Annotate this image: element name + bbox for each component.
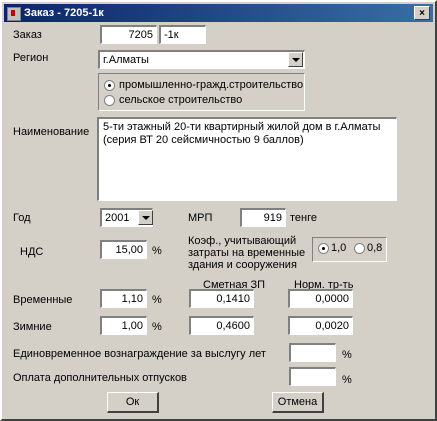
year-value: 2001: [105, 212, 130, 224]
radio-industrial-label: промышленно-гражд.строительство: [119, 79, 304, 91]
radio-coef-0-8[interactable]: [354, 243, 365, 254]
radio-rural[interactable]: [104, 95, 115, 106]
cancel-button[interactable]: Отмена: [272, 392, 324, 413]
year-dropdown-icon[interactable]: [138, 210, 153, 225]
winter-label: Зимние: [13, 321, 52, 333]
app-icon: [7, 7, 21, 21]
vacation-label: Оплата дополнительных отпусков: [13, 372, 187, 384]
winter-norm-field[interactable]: 0,0020: [288, 316, 353, 335]
temporary-percent-field[interactable]: 1,10: [100, 289, 147, 308]
order-suffix-field[interactable]: -1к: [159, 25, 206, 44]
year-label: Год: [13, 212, 31, 224]
seniority-label: Единовременное вознаграждение за выслугу…: [13, 348, 266, 360]
temporary-label: Временные: [13, 294, 73, 306]
order-number-field[interactable]: 7205: [100, 25, 157, 44]
temporary-unit: %: [152, 294, 162, 306]
ok-button[interactable]: Ок: [107, 392, 159, 413]
radio-coef-1-0-label: 1,0: [331, 242, 347, 254]
seniority-field[interactable]: [289, 343, 336, 362]
close-button[interactable]: ×: [414, 6, 430, 20]
region-select[interactable]: г.Алматы: [98, 50, 305, 69]
temporary-estimate-field[interactable]: 0,1410: [189, 289, 254, 308]
radio-industrial[interactable]: [104, 80, 115, 91]
coef-label: Коэф., учитывающий затраты на временные …: [188, 235, 306, 271]
vacation-unit: %: [342, 374, 352, 386]
region-label: Регион: [13, 52, 49, 64]
vacation-field[interactable]: [289, 367, 336, 386]
name-textarea[interactable]: 5-ти этажный 20-ти квартирный жилой дом …: [97, 117, 397, 201]
radio-rural-label: сельское строительство: [119, 94, 243, 106]
name-label: Наименование: [13, 126, 90, 138]
radio-coef-1-0[interactable]: [318, 243, 329, 254]
mrp-label: МРП: [188, 212, 213, 224]
temporary-norm-field[interactable]: 0,0000: [288, 289, 353, 308]
nds-unit: %: [152, 245, 162, 257]
window-title: Заказ - 7205-1к: [24, 7, 104, 19]
region-dropdown-icon[interactable]: [288, 52, 303, 67]
order-label: Заказ: [13, 29, 42, 41]
title-bar: Заказ - 7205-1к ×: [4, 4, 433, 22]
mrp-unit: тенге: [290, 212, 317, 224]
nds-field[interactable]: 15,00: [100, 240, 147, 259]
region-value: г.Алматы: [103, 54, 149, 66]
mrp-field[interactable]: 919: [240, 208, 286, 227]
winter-percent-field[interactable]: 1,00: [100, 316, 147, 335]
winter-estimate-field[interactable]: 0,4600: [189, 316, 254, 335]
winter-unit: %: [152, 321, 162, 333]
radio-coef-0-8-label: 0,8: [367, 242, 383, 254]
seniority-unit: %: [342, 349, 352, 361]
nds-label: НДС: [20, 246, 44, 258]
